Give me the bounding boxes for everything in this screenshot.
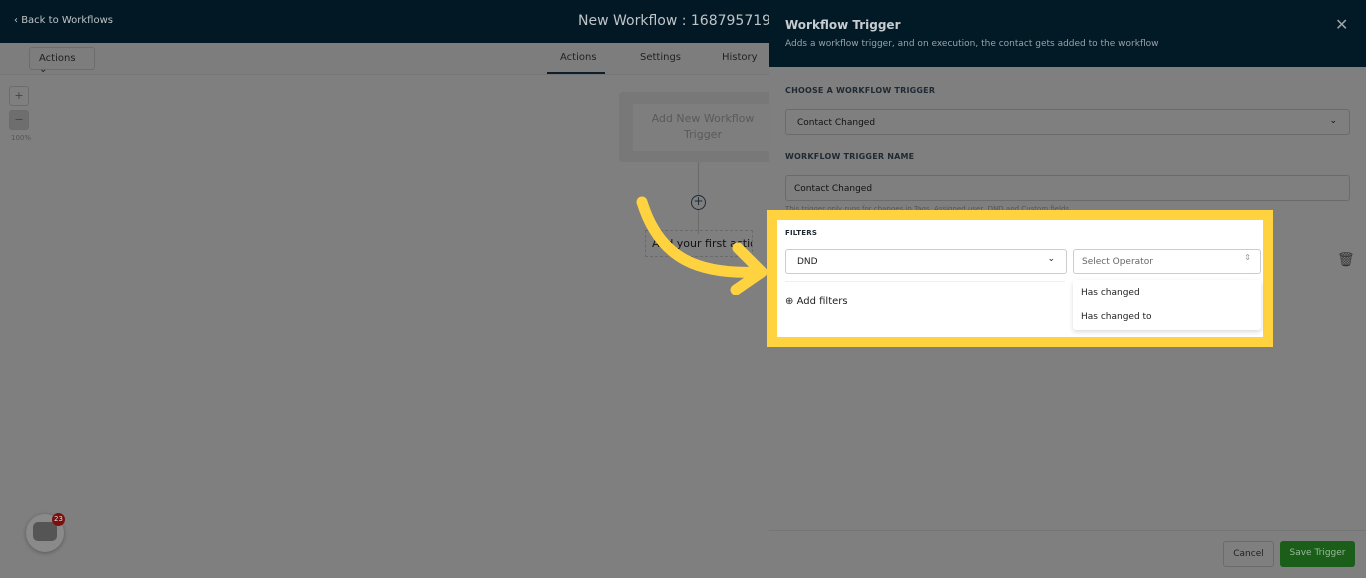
add-trigger-node[interactable]: Add New Workflow Trigger <box>633 104 773 151</box>
cancel-button[interactable]: Cancel <box>1223 541 1274 567</box>
panel-footer-divider <box>769 530 1366 531</box>
save-trigger-button[interactable]: Save Trigger <box>1280 541 1355 567</box>
trigger-name-label: WORKFLOW TRIGGER NAME <box>785 152 915 161</box>
filters-label: FILTERS <box>785 229 818 237</box>
divider <box>785 281 1065 282</box>
chevron-down-icon: ⌄ <box>1329 116 1337 126</box>
arrow-annotation <box>636 196 768 295</box>
actions-dropdown[interactable]: Actions ⌄ <box>29 47 95 75</box>
operator-select[interactable]: Select Operator ⇕ <box>1073 249 1261 274</box>
operator-option[interactable]: Has changed to <box>1081 312 1152 322</box>
tab-history[interactable]: History <box>722 52 758 63</box>
trigger-select[interactable]: Contact Changed ⌄ <box>785 109 1350 135</box>
delete-icon[interactable]: 🗑 <box>1337 252 1355 268</box>
chevron-down-icon: ⌄ <box>39 64 48 75</box>
zoom-level: 100% <box>11 134 32 142</box>
chat-icon <box>33 522 57 541</box>
zoom-out-button[interactable]: − <box>9 110 29 130</box>
chevron-down-icon: ⌄ <box>1047 254 1055 264</box>
trigger-value: Contact Changed <box>797 118 876 128</box>
add-filters-button[interactable]: ⊕ Add filters <box>785 296 848 307</box>
trigger-name-input[interactable]: Contact Changed <box>785 175 1350 201</box>
actions-label: Actions <box>39 53 76 64</box>
plus-circle-icon: ⊕ <box>785 296 794 307</box>
filter-field-value: DND <box>797 257 818 267</box>
tab-actions[interactable]: Actions <box>560 52 597 63</box>
zoom-in-button[interactable]: + <box>9 86 29 106</box>
choose-trigger-label: CHOOSE A WORKFLOW TRIGGER <box>785 86 936 95</box>
add-filters-label: Add filters <box>796 296 848 307</box>
chat-badge: 23 <box>52 513 65 526</box>
back-to-workflows-link[interactable]: ‹ Back to Workflows <box>14 15 113 26</box>
panel-description: Adds a workflow trigger, and on executio… <box>785 39 1159 49</box>
panel-title: Workflow Trigger <box>785 18 901 32</box>
filter-field-select[interactable]: DND ⌄ <box>785 249 1067 274</box>
close-icon[interactable]: ✕ <box>1335 15 1348 34</box>
active-tab-indicator <box>547 72 605 74</box>
operator-placeholder: Select Operator <box>1082 257 1153 267</box>
panel-header <box>769 0 1366 67</box>
operator-dropdown-menu: Has changed Has changed to <box>1073 280 1261 330</box>
tab-settings[interactable]: Settings <box>640 52 681 63</box>
operator-option[interactable]: Has changed <box>1081 288 1140 298</box>
updown-chevron-icon: ⇕ <box>1244 253 1251 262</box>
back-label: Back to Workflows <box>21 15 113 26</box>
